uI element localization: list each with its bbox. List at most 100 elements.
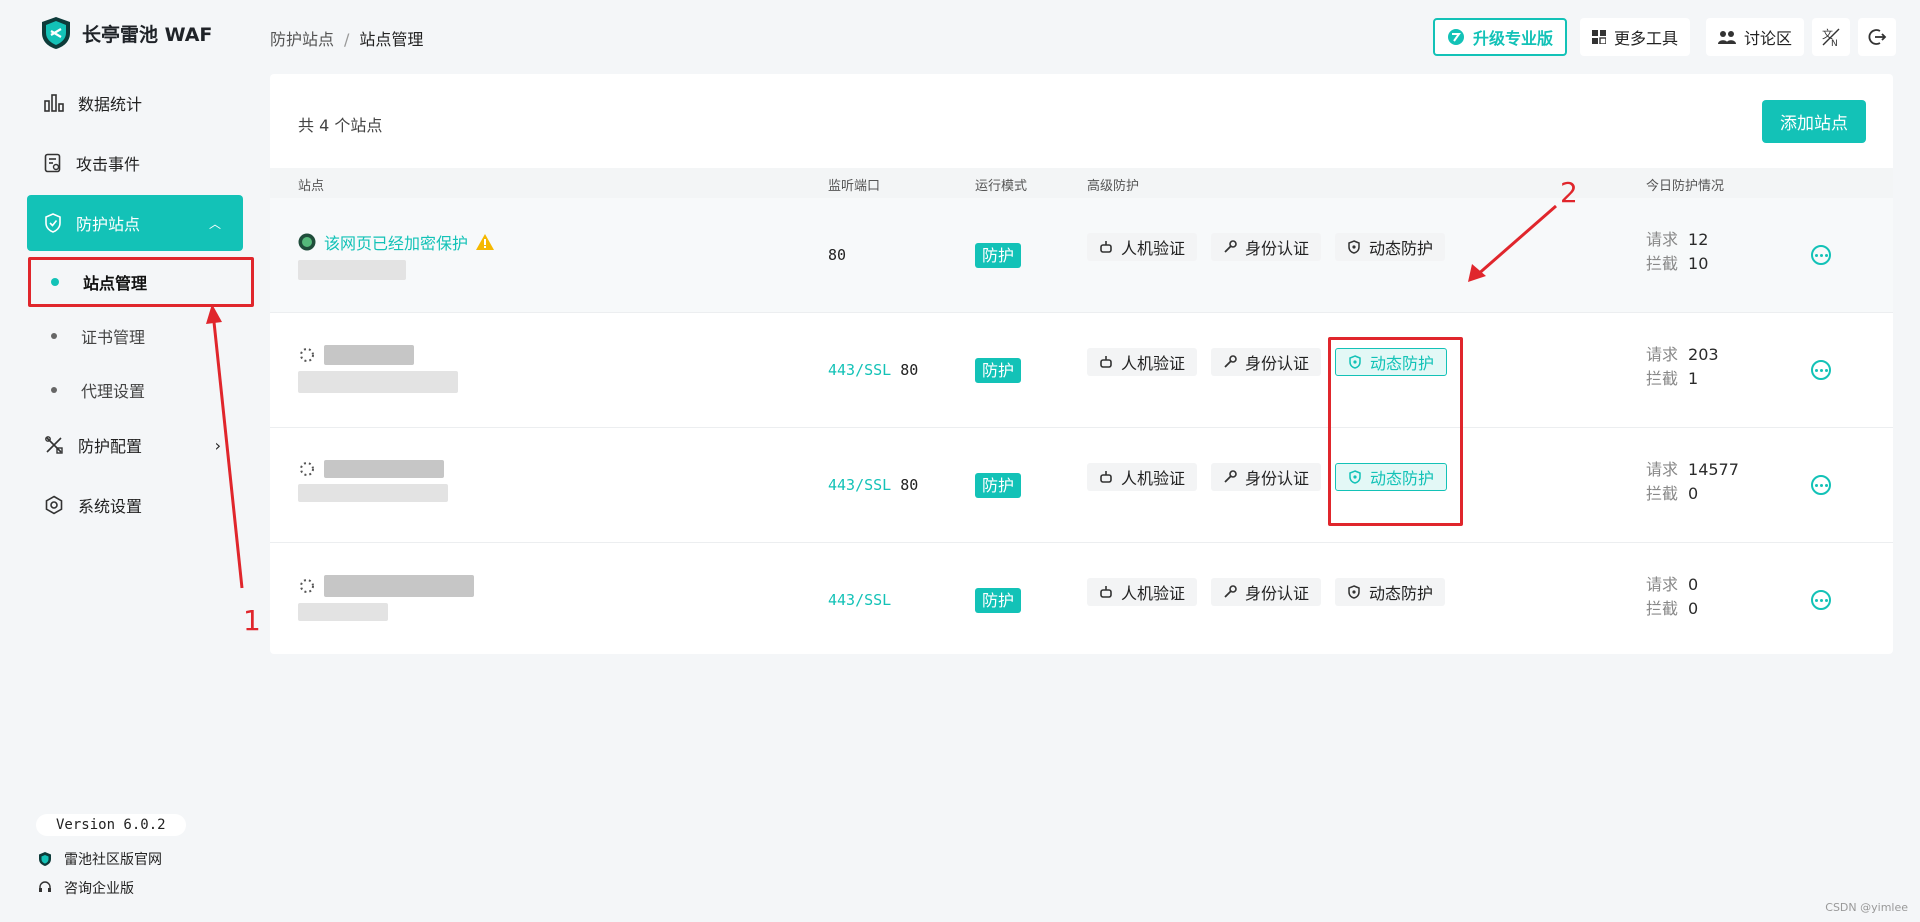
site-favicon-icon [298, 233, 316, 251]
table-header: 站点 监听端口 运行模式 高级防护 今日防护情况 [270, 168, 1893, 198]
shield-check-icon [45, 213, 61, 233]
robot-icon [1100, 356, 1112, 368]
block-count: 1 [1688, 369, 1699, 388]
more-options-icon[interactable] [1811, 475, 1831, 495]
table-row[interactable]: 该网页已经加密保护 80 防护 人机验证 身份认证 动态防护 请求 12 拦截 10 [270, 198, 1893, 313]
mode-cell: 防护 [975, 357, 1022, 383]
key-icon [1224, 240, 1237, 253]
blurred-domain [298, 603, 388, 621]
more-options-icon[interactable] [1811, 245, 1831, 265]
key-icon [1224, 585, 1237, 598]
forum-button[interactable]: 讨论区 [1706, 18, 1805, 56]
captcha-tag[interactable]: 人机验证 [1087, 233, 1198, 261]
block-count: 10 [1688, 254, 1709, 273]
upgrade-pro-button[interactable]: 升级专业版 [1433, 18, 1568, 56]
captcha-tag[interactable]: 人机验证 [1087, 348, 1198, 376]
today-stats-cell: 请求 12 拦截 10 [1646, 230, 1709, 273]
sidebar-item-attacks[interactable]: 攻击事件 [27, 135, 243, 191]
shield-logo-icon [39, 852, 51, 866]
sidebar-item-stats[interactable]: 数据统计 [27, 75, 243, 131]
breadcrumb: 防护站点 / 站点管理 [270, 26, 423, 50]
table-row[interactable]: 443/SSL 80 防护 人机验证 身份认证 动态防护 请求 14577 拦截 0 [270, 428, 1893, 543]
version-badge: Version 6.0.2 [36, 814, 186, 836]
auth-tag[interactable]: 身份认证 [1211, 233, 1322, 261]
captcha-tag[interactable]: 人机验证 [1087, 578, 1198, 606]
add-site-button[interactable]: 添加站点 [1762, 100, 1866, 143]
port-cell: 80 [828, 246, 847, 264]
sidebar-item-label: 系统设置 [78, 497, 143, 516]
auth-tag[interactable]: 身份认证 [1211, 578, 1322, 606]
enterprise-consult-link[interactable]: 咨询企业版 [38, 878, 134, 898]
dot-icon [51, 387, 57, 393]
sidebar-item-label: 防护配置 [78, 437, 143, 456]
logout-icon [1868, 29, 1887, 45]
robot-icon [1100, 471, 1112, 483]
watermark: CSDN @yimlee [1825, 901, 1908, 914]
key-icon [1224, 355, 1237, 368]
site-cell: 该网页已经加密保护 [298, 230, 495, 284]
annotation-arrow-2 [1468, 204, 1557, 282]
community-site-link[interactable]: 雷池社区版官网 [38, 849, 162, 869]
language-switch-button[interactable]: 文N [1812, 18, 1850, 56]
site-cell [298, 345, 458, 397]
document-alert-icon [44, 153, 61, 173]
site-name[interactable]: 该网页已经加密保护 [324, 230, 468, 254]
loading-spinner-icon [300, 579, 314, 593]
logout-button[interactable] [1858, 18, 1896, 56]
annotation-label-2: 2 [1560, 176, 1578, 209]
breadcrumb-item-current: 站点管理 [359, 30, 424, 49]
site-list-panel: 共 4 个站点 添加站点 站点 监听端口 运行模式 高级防护 今日防护情况 该网… [270, 74, 1893, 654]
table-row[interactable]: 443/SSL 80 防护 人机验证 身份认证 动态防护 请求 203 拦截 1 [270, 313, 1893, 428]
sidebar-item-label: 数据统计 [78, 95, 143, 114]
more-tools-label: 更多工具 [1614, 29, 1679, 48]
auth-tag[interactable]: 身份认证 [1211, 348, 1322, 376]
loading-spinner-icon [300, 348, 314, 362]
annotation-arrow-1 [206, 304, 244, 589]
request-count: 14577 [1688, 460, 1739, 479]
port-cell: 443/SSL 80 [828, 476, 919, 494]
today-stats-cell: 请求 14577 拦截 0 [1646, 460, 1739, 503]
tools-icon [45, 436, 63, 454]
upgrade-pro-label: 升级专业版 [1473, 29, 1554, 48]
more-tools-button[interactable]: 更多工具 [1580, 18, 1691, 56]
table-row[interactable]: 443/SSL 防护 人机验证 身份认证 动态防护 请求 0 拦截 0 [270, 543, 1893, 658]
svg-text:N: N [1831, 39, 1838, 47]
sidebar-subitem-label: 证书管理 [81, 328, 146, 347]
more-options-icon[interactable] [1811, 590, 1831, 610]
grid-icon [1592, 30, 1606, 44]
column-header-mode: 运行模式 [975, 179, 1028, 194]
breadcrumb-separator: / [344, 30, 350, 49]
annotation-box-2 [1328, 337, 1463, 526]
advanced-protection-cell: 人机验证 身份认证 动态防护 [1087, 578, 1446, 606]
blurred-site-name [324, 345, 414, 365]
headset-icon [39, 881, 51, 892]
blurred-domain [298, 484, 448, 502]
auth-tag[interactable]: 身份认证 [1211, 463, 1322, 491]
language-icon: 文N [1822, 27, 1840, 47]
sidebar-item-sites[interactable]: 防护站点 ︿ [27, 195, 243, 251]
dynamic-protection-tag[interactable]: 动态防护 [1335, 233, 1446, 261]
chevron-up-icon: ︿ [208, 216, 221, 231]
annotation-label-1: 1 [243, 604, 261, 637]
forum-label: 讨论区 [1744, 29, 1793, 48]
request-count: 203 [1688, 345, 1719, 364]
today-stats-cell: 请求 203 拦截 1 [1646, 345, 1719, 388]
dot-icon [51, 333, 57, 339]
block-count: 0 [1688, 484, 1699, 503]
warning-icon [476, 234, 495, 250]
breadcrumb-item-sites[interactable]: 防护站点 [270, 30, 334, 49]
more-options-icon[interactable] [1811, 360, 1831, 380]
captcha-tag[interactable]: 人机验证 [1087, 463, 1198, 491]
blurred-domain [298, 371, 458, 393]
robot-icon [1100, 586, 1112, 598]
app-title: 长亭雷池 WAF [82, 23, 213, 46]
block-count: 0 [1688, 599, 1699, 618]
sidebar-subitem-label: 代理设置 [81, 382, 146, 401]
mode-badge: 防护 [975, 588, 1022, 613]
mode-cell: 防护 [975, 587, 1022, 613]
app-logo[interactable]: 长亭雷池 WAF [40, 16, 212, 50]
blurred-site-name [324, 460, 444, 478]
dynamic-protection-tag[interactable]: 动态防护 [1335, 578, 1446, 606]
mode-badge: 防护 [975, 243, 1022, 268]
robot-icon [1100, 241, 1112, 253]
